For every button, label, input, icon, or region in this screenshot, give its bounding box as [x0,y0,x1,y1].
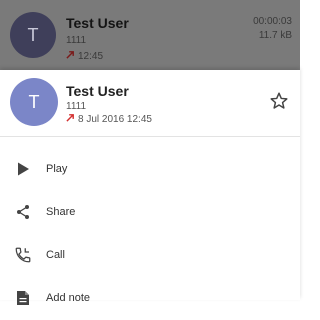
background-call-row: T Test User 1111 12:45 00:00:03 11.7 kB [0,0,300,70]
options-menu: Play Share Call Add note [0,148,300,320]
outgoing-call-arrow-icon [66,50,75,62]
background-call-duration: 00:00:03 [253,16,292,27]
menu-item-share[interactable]: Share [0,191,300,234]
menu-item-call[interactable]: Call [0,234,300,277]
background-avatar: T [10,12,56,58]
phone-icon [13,245,33,265]
call-options-sheet: T Test User 1111 8 Jul 2016 12:45 Play S… [0,70,300,305]
star-outline-icon[interactable] [268,90,290,112]
background-call-time-row: 12:45 [66,50,103,62]
sheet-header: T Test User 1111 8 Jul 2016 12:45 [0,70,300,135]
contact-avatar: T [10,78,58,126]
call-datetime: 8 Jul 2016 12:45 [78,113,152,125]
menu-item-add-note[interactable]: Add note [0,277,300,320]
menu-item-play[interactable]: Play [0,148,300,191]
share-icon [13,202,33,222]
contact-name: Test User [66,83,129,99]
background-call-time: 12:45 [78,50,104,62]
background-file-size: 11.7 kB [258,30,292,41]
menu-item-label: Play [46,163,68,175]
menu-item-label: Share [46,206,76,218]
menu-item-label: Call [46,249,65,261]
menu-item-label: Add note [46,292,91,304]
outgoing-call-arrow-icon [66,113,75,125]
background-contact-name: Test User [66,15,129,31]
play-icon [13,159,33,179]
header-divider [0,136,300,137]
background-contact-number: 1111 [66,35,87,46]
note-icon [13,288,33,308]
contact-number: 1111 [66,101,87,112]
call-datetime-row: 8 Jul 2016 12:45 [66,113,152,125]
